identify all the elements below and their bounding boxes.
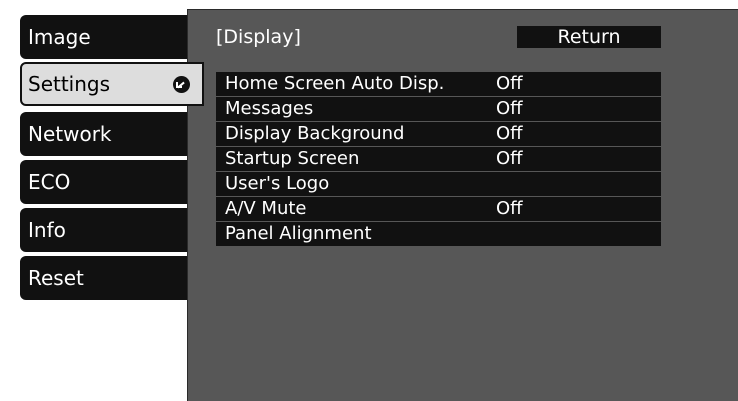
setting-row-home-screen-auto-disp[interactable]: Home Screen Auto Disp. Off	[216, 72, 661, 97]
setting-row-users-logo[interactable]: User's Logo	[216, 172, 661, 197]
setting-row-startup-screen[interactable]: Startup Screen Off	[216, 147, 661, 172]
nav-tab-settings[interactable]: Settings	[20, 62, 204, 106]
setting-row-display-background[interactable]: Display Background Off	[216, 122, 661, 147]
setting-label: A/V Mute	[225, 198, 307, 219]
enter-arrow-icon	[173, 76, 190, 93]
nav-tab-label: Reset	[28, 266, 84, 290]
nav-tab-label: Settings	[28, 72, 111, 96]
setting-value: Off	[496, 98, 523, 119]
setting-row-messages[interactable]: Messages Off	[216, 97, 661, 122]
setting-value: Off	[496, 73, 523, 94]
setting-label: User's Logo	[225, 173, 330, 194]
setting-value: Off	[496, 148, 523, 169]
projector-menu-screen: Image Settings Network ECO Info Reset [D…	[0, 0, 738, 401]
setting-value: Off	[496, 123, 523, 144]
setting-row-av-mute[interactable]: A/V Mute Off	[216, 197, 661, 222]
nav-tab-eco[interactable]: ECO	[20, 160, 187, 204]
nav-tab-reset[interactable]: Reset	[20, 256, 187, 300]
nav-tab-info[interactable]: Info	[20, 208, 187, 252]
nav-tab-label: Image	[28, 25, 91, 49]
settings-list: Home Screen Auto Disp. Off Messages Off …	[216, 72, 661, 246]
return-button[interactable]: Return	[517, 26, 661, 48]
panel-title: [Display]	[216, 26, 301, 48]
setting-label: Startup Screen	[225, 148, 360, 169]
setting-value: Off	[496, 198, 523, 219]
nav-tab-image[interactable]: Image	[20, 15, 187, 59]
setting-label: Panel Alignment	[225, 223, 372, 244]
setting-label: Home Screen Auto Disp.	[225, 73, 445, 94]
display-settings-panel: [Display] Return Home Screen Auto Disp. …	[187, 9, 738, 401]
nav-tab-label: Info	[28, 218, 66, 242]
nav-tab-label: ECO	[28, 170, 71, 194]
setting-label: Messages	[225, 98, 314, 119]
setting-row-panel-alignment[interactable]: Panel Alignment	[216, 222, 661, 246]
setting-label: Display Background	[225, 123, 405, 144]
nav-tab-label: Network	[28, 122, 112, 146]
nav-tab-network[interactable]: Network	[20, 112, 187, 156]
